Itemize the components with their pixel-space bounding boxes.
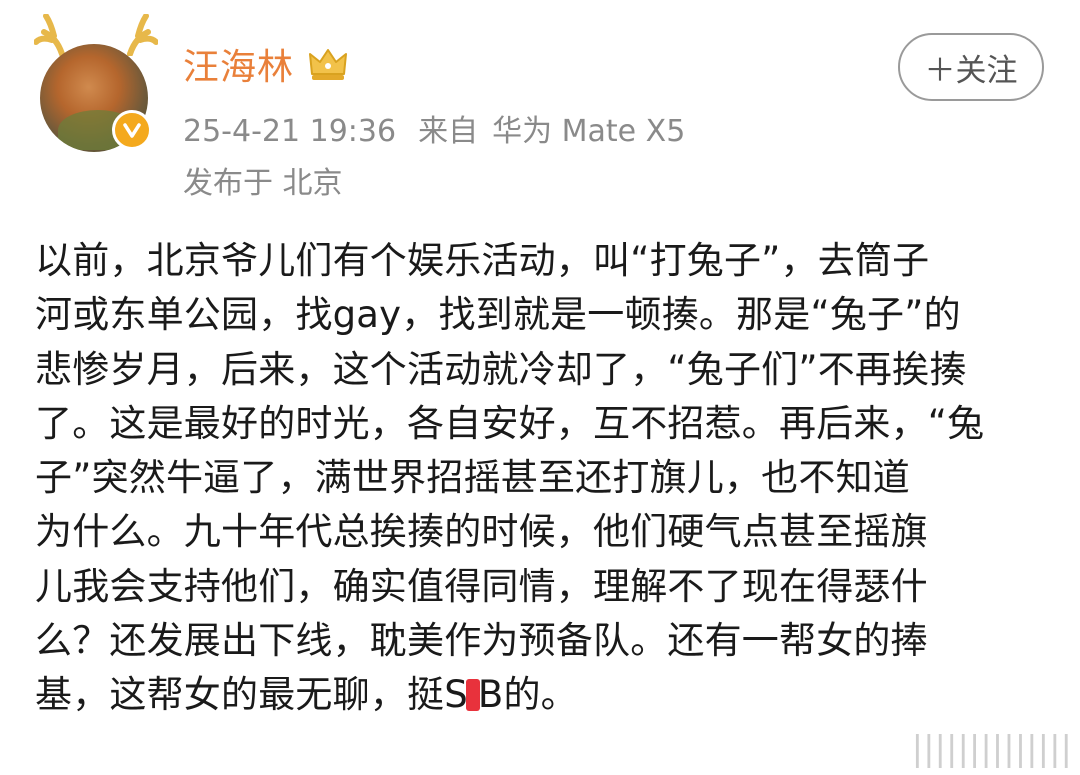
source-device[interactable]: 华为 Mate X5 (492, 114, 685, 149)
vip-crown-icon (309, 49, 348, 80)
post-line: 子”突然牛逼了，满世界招摇甚至还打旗儿，也不知道 (35, 456, 910, 500)
user-avatar[interactable] (30, 14, 160, 152)
username-text[interactable]: 汪海林 (183, 38, 294, 90)
post-line-last-after: B的。 (477, 673, 578, 717)
post-line: 以前，北京爷儿们有个娱乐活动，叫“打兔子”，去筒子 (35, 239, 930, 282)
post-line: 为什么。九十年代总挨揍的时候，他们硬气点甚至摇旗 (35, 510, 928, 554)
post-meta: 25-4-21 19:36 来自 华为 Mate X5 (183, 106, 699, 150)
post-timestamp: 25-4-21 19:36 (183, 114, 397, 149)
post-line-last: 基，这帮女的最无聊，挺S B的。 (35, 668, 1047, 722)
antler-right-icon (127, 14, 158, 56)
source-label: 来自 (418, 114, 479, 149)
post-line: 河或东单公园，找gay，找到就是一顿揍。那是“兔子”的 (35, 293, 961, 337)
post-location: 发布于 北京 (183, 166, 343, 201)
post-line: 么？还发展出下线，耽美作为预备队。还有一帮女的捧 (35, 619, 928, 663)
post-line: 了。这是最好的时光，各自安好，互不招惹。再后来，“兔 (35, 401, 985, 445)
post-body: 以前，北京爷儿们有个娱乐活动，叫“打兔子”，去筒子 河或东单公园，找gay，找到… (35, 234, 1047, 723)
username[interactable]: 汪海林 (183, 38, 348, 90)
watermark: |||||||||||||| (911, 729, 1072, 769)
post-line-last-before: 基，这帮女的最无聊，挺S (35, 673, 468, 717)
post-line: 悲惨岁月，后来，这个活动就冷却了，“兔子们”不再挨揍 (35, 347, 967, 391)
post-line: 儿我会支持他们，确实值得同情，理解不了现在得瑟什 (35, 564, 928, 608)
follow-button[interactable]: ＋关注 (898, 33, 1044, 101)
verified-badge-icon (112, 110, 152, 150)
